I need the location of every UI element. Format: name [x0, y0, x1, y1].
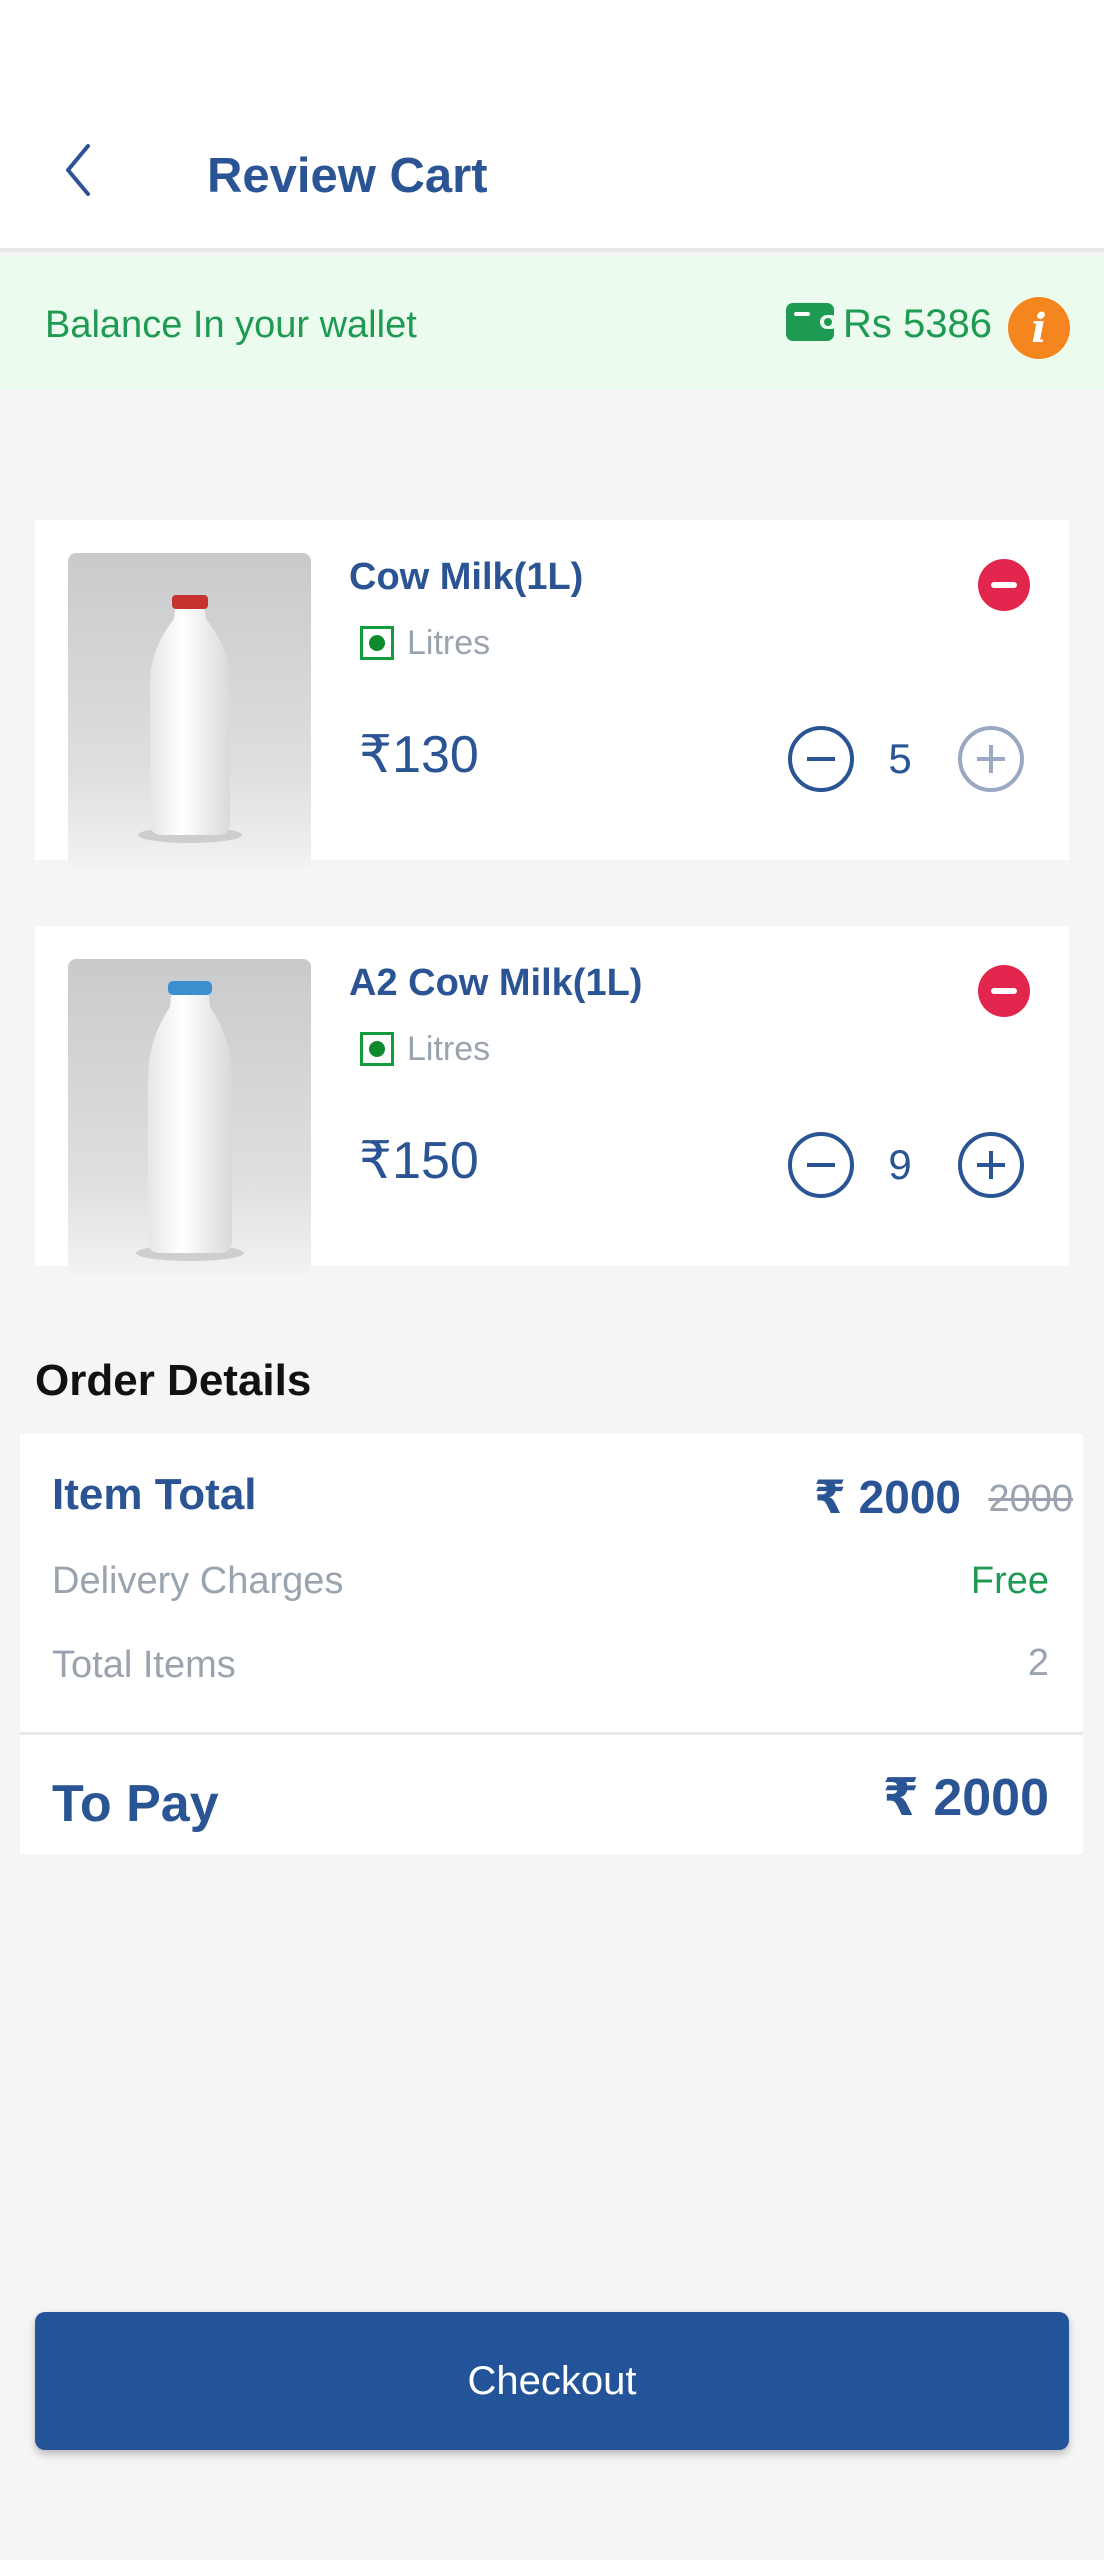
order-summary: Item Total ₹ 2000 2000 Delivery Charges …: [20, 1434, 1083, 1854]
back-button[interactable]: [58, 140, 102, 200]
wallet-icon: [786, 301, 838, 343]
item-total-value: ₹ 2000: [813, 1471, 961, 1523]
veg-indicator-icon: [360, 626, 394, 660]
wallet-label: Balance In your wallet: [45, 304, 417, 346]
product-image: [68, 553, 311, 868]
delivery-charges-label: Delivery Charges: [52, 1560, 344, 1602]
divider: [20, 1732, 1083, 1735]
quantity-value: 5: [888, 735, 912, 782]
item-total-original-value: 2000: [988, 1478, 1073, 1520]
info-icon[interactable]: i: [1008, 297, 1070, 359]
app-header: Review Cart: [0, 0, 1104, 252]
remove-item-button[interactable]: [978, 965, 1030, 1017]
total-items-value: 2: [1027, 1642, 1049, 1684]
page-title: Review Cart: [207, 149, 488, 203]
increase-quantity-button[interactable]: [958, 726, 1024, 792]
wallet-balance-bar: Balance In your wallet Rs 5386 i: [0, 256, 1104, 390]
total-items-label: Total Items: [52, 1644, 236, 1686]
increase-quantity-button[interactable]: [958, 1132, 1024, 1198]
order-details-title: Order Details: [35, 1356, 312, 1405]
veg-indicator-icon: [360, 1032, 394, 1066]
product-name: A2 Cow Milk(1L): [349, 962, 643, 1004]
quantity-value: 9: [888, 1141, 912, 1188]
product-unit: Litres: [407, 1030, 491, 1068]
product-name: Cow Milk(1L): [349, 556, 584, 598]
wallet-amount: Rs 5386: [843, 302, 992, 346]
delivery-charges-value: Free: [970, 1560, 1049, 1602]
decrease-quantity-button[interactable]: [788, 1132, 854, 1198]
chevron-left-icon: [66, 144, 90, 196]
product-unit: Litres: [407, 624, 491, 662]
cart-item: A2 Cow Milk(1L) Litres ₹150 9: [35, 926, 1069, 1274]
decrease-quantity-button[interactable]: [788, 726, 854, 792]
product-image: [68, 959, 311, 1274]
to-pay-value: ₹ 2000: [882, 1769, 1049, 1827]
product-price: ₹130: [359, 726, 479, 784]
product-price: ₹150: [359, 1132, 479, 1190]
cart-item: Cow Milk(1L) Litres ₹130 5: [35, 520, 1069, 868]
checkout-button[interactable]: Checkout: [35, 2312, 1069, 2450]
remove-item-button[interactable]: [978, 559, 1030, 611]
